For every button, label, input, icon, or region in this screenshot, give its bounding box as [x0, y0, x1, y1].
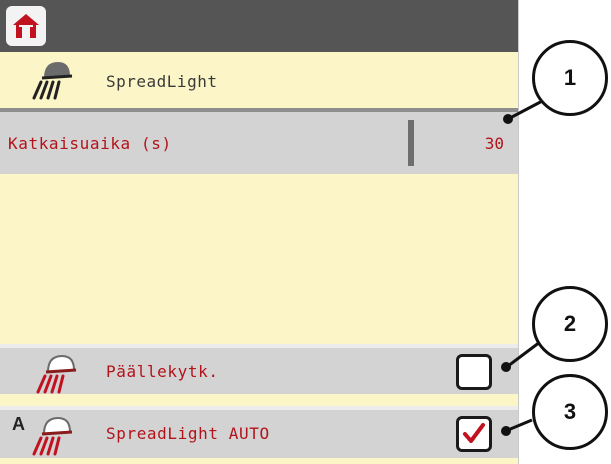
shutoff-time-label: Katkaisuaika (s)	[8, 134, 172, 153]
top-bar	[0, 0, 518, 52]
spreadlight-lamp-icon	[36, 354, 77, 394]
title-row: SpreadLight	[0, 52, 518, 108]
value-separator	[408, 120, 414, 166]
shutoff-time-value[interactable]: 30	[485, 134, 504, 153]
page-title: SpreadLight	[106, 72, 218, 91]
main-switch-row[interactable]: Päällekytk.	[0, 344, 518, 394]
main-switch-label: Päällekytk.	[106, 362, 219, 381]
callout-2: 2	[532, 286, 608, 362]
main-switch-checkbox[interactable]	[456, 354, 492, 390]
shutoff-time-row[interactable]: Katkaisuaika (s) 30	[0, 112, 518, 174]
spreadlight-lamp-icon	[32, 62, 73, 100]
spreadlight-screen: SpreadLight Katkaisuaika (s) 30 Päälleky…	[0, 0, 519, 464]
auto-checkbox[interactable]	[456, 416, 492, 452]
spreadlight-auto-icon: A	[12, 414, 73, 456]
checkmark-icon	[463, 423, 485, 443]
home-icon	[13, 14, 39, 38]
auto-row[interactable]: A SpreadLight AUTO	[0, 406, 518, 458]
home-button[interactable]	[6, 6, 46, 46]
callout-1: 1	[532, 40, 608, 116]
callout-3: 3	[532, 374, 608, 450]
auto-label: SpreadLight AUTO	[106, 424, 270, 443]
svg-text:A: A	[12, 414, 25, 434]
